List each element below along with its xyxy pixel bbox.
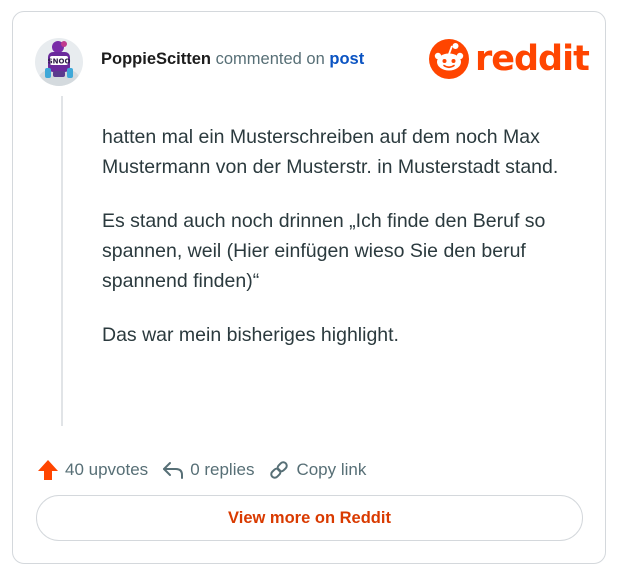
- reddit-comment-card: SNOO PoppieScitten commented on post red…: [12, 11, 606, 564]
- thread-line: [61, 96, 63, 426]
- link-icon: [270, 461, 289, 479]
- upvote-arrow-icon: [38, 460, 58, 480]
- upvote-count: 40 upvotes: [65, 460, 149, 479]
- username-link[interactable]: PoppieScitten: [101, 50, 211, 68]
- comment-header: PoppieScitten commented on post: [101, 50, 364, 69]
- copy-link-button[interactable]: Copy link: [268, 459, 366, 481]
- avatar-image: SNOO: [35, 38, 83, 86]
- comment-paragraph: Es stand auch noch drinnen „Ich finde de…: [102, 210, 546, 292]
- post-link[interactable]: post: [329, 50, 364, 68]
- reply-arrow-icon: [163, 462, 184, 479]
- comment-body: hatten mal ein Musterschreiben auf dem n…: [102, 122, 562, 374]
- snoo-icon: [429, 39, 469, 79]
- view-more-button[interactable]: View more on Reddit: [36, 495, 583, 541]
- commented-on-text: commented on: [215, 50, 325, 68]
- reply-count: 0 replies: [190, 460, 255, 479]
- comment-actions: 40 upvotes 0 replies Copy link: [37, 459, 380, 481]
- upvote-button[interactable]: 40 upvotes: [37, 459, 148, 481]
- user-avatar[interactable]: SNOO: [35, 38, 83, 86]
- view-more-label: View more on Reddit: [228, 508, 391, 527]
- comment-paragraph: Das war mein bisheriges highlight.: [102, 324, 399, 346]
- reply-button[interactable]: 0 replies: [162, 460, 254, 480]
- avatar-badge-text: SNOO: [48, 58, 71, 66]
- reddit-logo[interactable]: reddit: [429, 38, 590, 79]
- copy-link-label: Copy link: [296, 460, 367, 479]
- reddit-wordmark: reddit: [475, 38, 590, 79]
- comment-paragraph: hatten mal ein Musterschreiben auf dem n…: [102, 126, 559, 178]
